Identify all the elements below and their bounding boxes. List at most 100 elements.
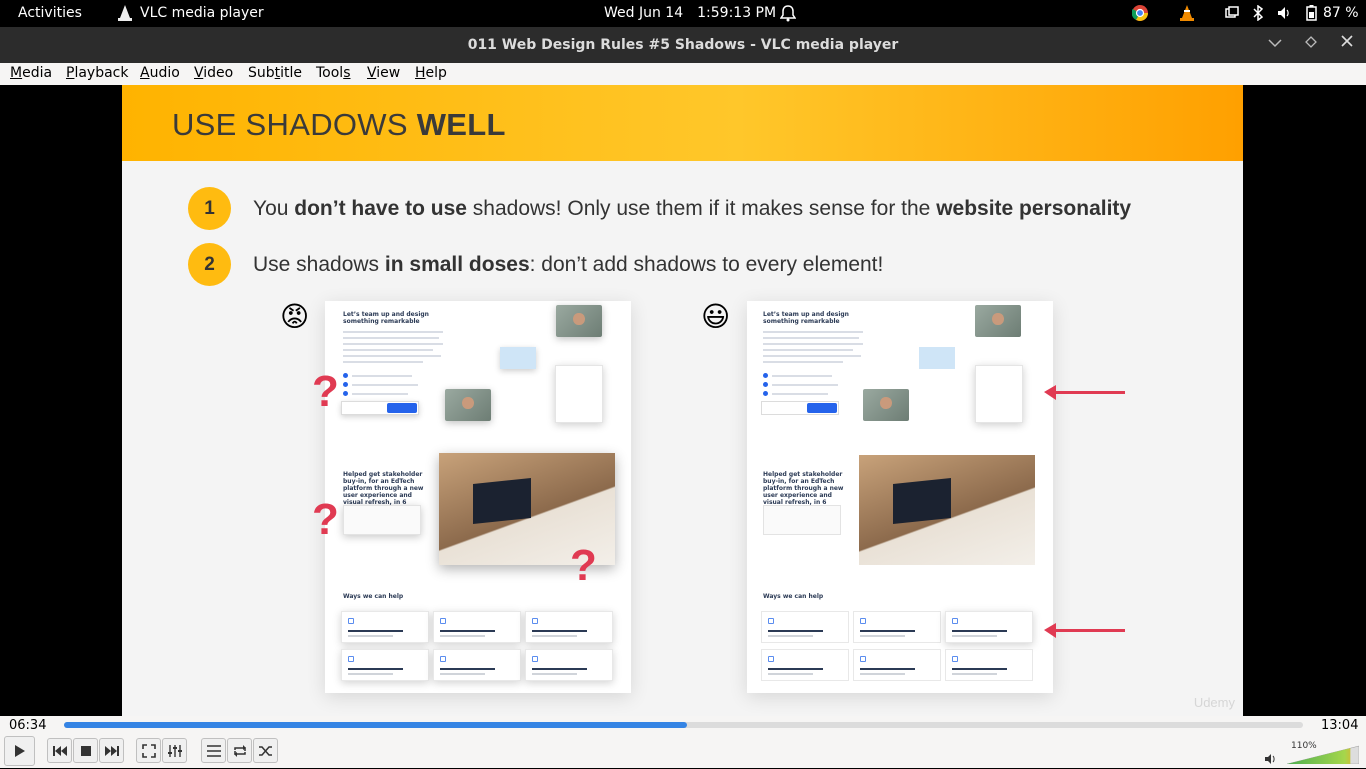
mock-text-line — [772, 384, 838, 386]
next-button[interactable] — [99, 738, 124, 763]
menu-playback[interactable]: Playback — [66, 65, 128, 81]
mock-chat-card — [555, 365, 603, 423]
menu-video[interactable]: Video — [194, 65, 233, 81]
clock[interactable]: Wed Jun 14 1:59:13 PM — [604, 5, 776, 21]
close-window-button[interactable] — [1341, 35, 1353, 51]
play-button[interactable] — [4, 736, 35, 766]
mock-bullet — [343, 382, 348, 387]
notification-bell-icon[interactable] — [779, 4, 797, 26]
mock-card-title — [952, 630, 1007, 632]
minimize-button[interactable] — [1268, 36, 1282, 52]
mock-chart-card — [919, 347, 955, 369]
mock-service-card — [853, 649, 941, 681]
volume-slider[interactable]: 110% — [1287, 741, 1359, 764]
mock-ways-heading: Ways we can help — [763, 593, 824, 600]
mockup-too-many-shadows: Let’s team up and design something remar… — [325, 301, 631, 693]
mock-text-line — [763, 349, 853, 351]
mock-card-icon — [860, 618, 866, 624]
mock-heading: Let’s team up and design something remar… — [763, 311, 849, 325]
shuffle-icon — [258, 745, 272, 756]
mock-text-line — [343, 337, 439, 339]
mock-bullet — [763, 373, 768, 378]
mock-card-title — [440, 630, 495, 632]
question-mark-icon: ? — [570, 541, 597, 590]
point-1-text: You don’t have to use shadows! Only use … — [253, 196, 1132, 220]
mock-avatar-photo — [445, 389, 491, 421]
seek-bar[interactable] — [64, 722, 1303, 728]
menu-help[interactable]: Help — [415, 65, 447, 81]
mock-card-title — [440, 668, 495, 670]
mock-card-icon — [768, 656, 774, 662]
mock-card-sub — [440, 673, 485, 675]
mock-text-line — [763, 361, 843, 363]
clock-date: Wed Jun 14 — [604, 5, 684, 21]
equalizer-icon — [167, 744, 182, 757]
loop-button[interactable] — [227, 738, 252, 763]
shuffle-button[interactable] — [253, 738, 278, 763]
mock-card-sub — [860, 635, 905, 637]
mock-text-line — [352, 384, 418, 386]
menu-view[interactable]: View — [367, 65, 400, 81]
mock-avatar-photo — [863, 389, 909, 421]
mock-card-title — [532, 668, 587, 670]
total-time[interactable]: 13:04 — [1321, 718, 1358, 733]
maximize-button[interactable] — [1305, 36, 1317, 52]
elapsed-time[interactable]: 06:34 — [9, 718, 46, 733]
point-2-number: 2 — [188, 243, 231, 286]
mock-card-sub — [952, 635, 997, 637]
previous-icon — [52, 745, 67, 756]
mock-card-icon — [952, 656, 958, 662]
playlist-button[interactable] — [201, 738, 226, 763]
menu-media[interactable]: Media — [10, 65, 52, 81]
mock-service-card — [433, 611, 521, 643]
point-2: 2 Use shadows in small doses: don’t add … — [188, 243, 883, 286]
mock-service-card — [341, 611, 429, 643]
battery-percent: 87 % — [1323, 5, 1359, 21]
mock-service-card — [761, 649, 849, 681]
mock-card-title — [952, 668, 1007, 670]
menu-bar: Media Playback Audio Video Subtitle Tool… — [0, 63, 1366, 85]
question-mark-icon: ? — [312, 495, 339, 544]
mock-service-card — [525, 649, 613, 681]
mock-text-line — [343, 361, 423, 363]
fullscreen-button[interactable] — [136, 738, 161, 763]
stop-button[interactable] — [73, 738, 98, 763]
window-title-bar[interactable]: 011 Web Design Rules #5 Shadows - VLC me… — [0, 27, 1366, 63]
mock-card-icon — [532, 618, 538, 624]
question-mark-icon: ? — [312, 367, 339, 416]
mock-card-title — [348, 630, 403, 632]
mock-text-line — [763, 343, 863, 345]
mock-card-sub — [532, 635, 577, 637]
battery-icon[interactable] — [1304, 4, 1318, 22]
slide-title: USE SHADOWS WELL — [172, 107, 506, 142]
mock-service-card — [341, 649, 429, 681]
mock-card-title — [860, 668, 915, 670]
vlc-tray-icon[interactable] — [1180, 4, 1194, 22]
mock-text-line — [772, 393, 828, 395]
app-name: VLC media player — [140, 5, 264, 21]
extended-settings-button[interactable] — [162, 738, 187, 763]
bluetooth-icon[interactable] — [1252, 4, 1264, 22]
player-controls: 06:34 13:04 110% — [0, 716, 1366, 768]
system-tray[interactable]: 87 % — [1132, 4, 1359, 22]
speaker-icon[interactable] — [1278, 4, 1290, 22]
menu-subtitle[interactable]: Subtitle — [248, 65, 302, 81]
chrome-icon[interactable] — [1132, 4, 1148, 22]
mock-avatar-photo — [556, 305, 602, 337]
mock-card-sub — [768, 673, 813, 675]
mock-service-card — [945, 611, 1033, 643]
video-area[interactable]: USE SHADOWS WELL 1 You don’t have to use… — [0, 85, 1366, 716]
mock-card-sub — [768, 635, 813, 637]
previous-button[interactable] — [47, 738, 72, 763]
system-top-bar: Activities VLC media player Wed Jun 14 1… — [0, 0, 1366, 27]
mock-card-icon — [768, 618, 774, 624]
menu-audio[interactable]: Audio — [140, 65, 180, 81]
mock-ways-heading: Ways we can help — [343, 593, 404, 600]
menu-tools[interactable]: Tools — [316, 65, 351, 81]
activities-button[interactable]: Activities — [18, 5, 82, 21]
volume-speaker-icon[interactable] — [1265, 750, 1277, 769]
mock-card-sub — [532, 673, 577, 675]
screen-share-icon[interactable] — [1224, 4, 1240, 22]
app-menu[interactable]: VLC media player — [118, 5, 264, 21]
point-2-text: Use shadows in small doses: don’t add sh… — [253, 252, 884, 276]
